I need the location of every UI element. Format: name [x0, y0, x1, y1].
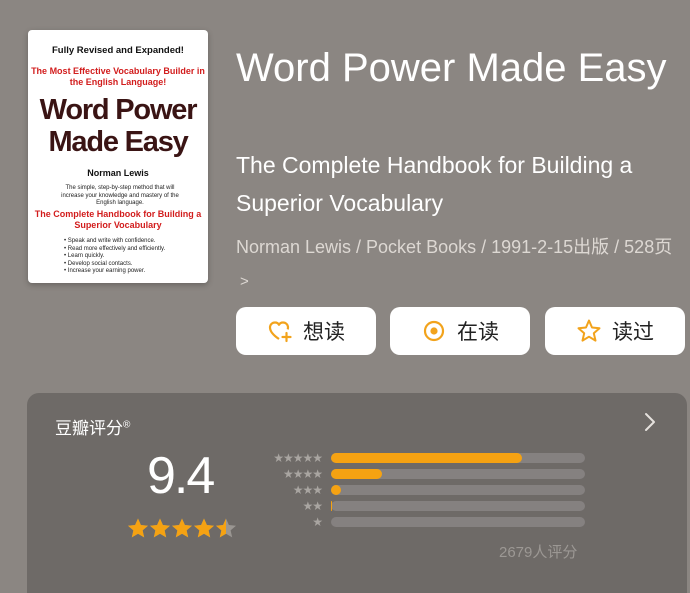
star-icon	[194, 518, 214, 538]
book-meta-text: Norman Lewis / Pocket Books / 1991-2-15出…	[236, 237, 673, 257]
cover-author: Norman Lewis	[87, 168, 149, 178]
bar-stars-icon: ★★★★★	[273, 451, 323, 465]
heart-plus-icon	[268, 321, 292, 343]
star-icon	[150, 518, 170, 538]
want-to-read-label: 想读	[303, 321, 345, 344]
book-subtitle: The Complete Handbook for Building a Sup…	[236, 152, 633, 216]
rating-bar-track	[331, 501, 585, 511]
cover-blurb: The simple, step-by-step method that wil…	[61, 185, 179, 206]
rating-bar-fill	[331, 453, 522, 463]
chevron-right-icon[interactable]	[643, 411, 657, 433]
rating-bar-fill	[331, 485, 342, 495]
cover-bullet: • Read more effectively and efficiently.	[64, 245, 166, 252]
rating-bar-track	[331, 517, 585, 527]
bar-stars-icon: ★	[312, 515, 323, 529]
rating-bar-track	[331, 469, 585, 479]
rating-bar-fill	[331, 469, 382, 479]
target-icon	[423, 320, 445, 342]
cover-bullet: • Learn quickly.	[64, 253, 105, 259]
bar-stars-icon: ★★★	[292, 483, 323, 497]
cover-bullet: • Increase your earning power.	[64, 268, 146, 274]
rating-stars	[127, 517, 237, 539]
rating-card[interactable]: 豆瓣评分® 9.4 ★★★★★ ★★★★ ★★★ ★★ ★ 2679人评分	[27, 393, 687, 593]
cover-tagline: Fully Revised and Expanded!	[52, 45, 184, 56]
rating-count: 2679人评分	[499, 544, 578, 561]
star-icon	[216, 518, 236, 538]
cover-bullet: • Speak and write with confidence.	[64, 238, 156, 244]
reading-label: 在读	[457, 321, 499, 344]
cover-title: Word Power Made Easy	[39, 94, 198, 158]
registered-mark: ®	[123, 419, 131, 431]
book-cover[interactable]: Fully Revised and Expanded! The Most Eff…	[28, 30, 208, 283]
rating-bar-track	[331, 485, 585, 495]
rating-bar-fill	[331, 501, 333, 511]
rating-label: 豆瓣评分®	[55, 419, 131, 438]
reading-button[interactable]: 在读	[390, 307, 530, 355]
book-title: Word Power Made Easy	[236, 46, 667, 90]
bar-stars-icon: ★★★★	[282, 467, 323, 481]
rating-score: 9.4	[147, 447, 215, 505]
star-icon	[577, 319, 601, 342]
bar-stars-icon: ★★	[302, 499, 323, 513]
want-to-read-button[interactable]: 想读	[236, 307, 376, 355]
chevron-right-icon: >	[240, 273, 249, 290]
book-meta[interactable]: Norman Lewis / Pocket Books / 1991-2-15出…	[236, 231, 676, 298]
star-icon	[172, 518, 192, 538]
cover-headline: The Most Effective Vocabulary Builder in…	[31, 66, 205, 87]
cover-bullets: • Speak and write with confidence. • Rea…	[64, 238, 188, 276]
have-read-label: 读过	[612, 321, 654, 344]
rating-bar-track	[331, 453, 585, 463]
cover-subtitle: The Complete Handbook for Building a Sup…	[34, 209, 202, 230]
cover-bullet: • Develop social contacts.	[64, 260, 133, 267]
have-read-button[interactable]: 读过	[545, 307, 685, 355]
star-icon	[128, 518, 148, 538]
